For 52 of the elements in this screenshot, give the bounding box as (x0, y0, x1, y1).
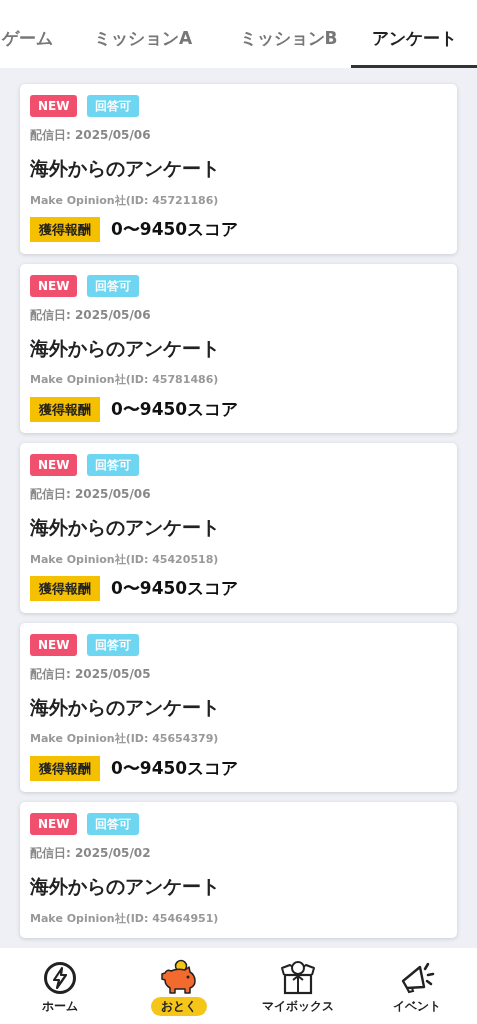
new-badge: NEW (30, 454, 78, 476)
piggy-bank-icon (158, 959, 199, 995)
delivery-date: 配信日: 2025/05/02 (30, 845, 152, 862)
company-id: Make Opinion社(ID: 45420518) (30, 551, 220, 568)
new-badge: NEW (30, 95, 78, 117)
reward-label: 獲得報酬 (30, 576, 100, 602)
survey-title: 海外からのアンケート (30, 156, 221, 181)
reward-amount: 0〜9450スコア (111, 218, 239, 241)
tab[interactable]: ミッションB (226, 0, 351, 68)
nav-label: おとく (150, 997, 207, 1016)
company-id: Make Opinion社(ID: 45464951) (30, 910, 220, 927)
status-badge: 回答可 (87, 813, 140, 835)
survey-title: 海外からのアンケート (30, 515, 221, 540)
reward-label: 獲得報酬 (30, 396, 100, 422)
lightning-icon (42, 961, 77, 995)
reward-amount: 0〜9450スコア (111, 397, 239, 421)
survey-title: 海外からのアンケート (30, 694, 221, 720)
survey-card[interactable]: NEW 回答可 配信日: 2025/05/05 海外からのアンケート Make Opinion社(ID: 45654379) 獲得報酬 0〜9450スコア (20, 622, 457, 792)
delivery-date: 配信日: 2025/05/05 (30, 665, 152, 683)
tab[interactable]: アンケート (351, 0, 477, 68)
new-badge: NEW (30, 274, 78, 297)
status-badge: 回答可 (87, 633, 140, 656)
status-badge: 回答可 (87, 274, 140, 297)
survey-title: 海外からのアンケート (30, 874, 221, 899)
company-id: Make Opinion社(ID: 45654379) (30, 731, 220, 747)
company-id: Make Opinion社(ID: 45781486) (30, 372, 220, 388)
nav-item[interactable]: おとく (119, 948, 239, 1024)
company-id: Make Opinion社(ID: 45721186) (30, 192, 220, 209)
reward-amount: 0〜9450スコア (111, 756, 239, 780)
new-badge: NEW (30, 813, 78, 835)
tab[interactable]: ゲーム (0, 0, 60, 68)
status-badge: 回答可 (87, 454, 140, 476)
reward-amount: 0〜9450スコア (111, 577, 239, 600)
survey-card[interactable]: NEW 回答可 配信日: 2025/05/02 海外からのアンケート Make Opinion社(ID: 45464951) (20, 802, 457, 938)
nav-label: イベント (392, 998, 443, 1015)
new-badge: NEW (30, 633, 78, 656)
survey-card[interactable]: NEW 回答可 配信日: 2025/05/06 海外からのアンケート Make Opinion社(ID: 45420518) 獲得報酬 0〜9450スコア (20, 443, 457, 613)
nav-label: マイボックス (261, 998, 336, 1015)
survey-title: 海外からのアンケート (30, 335, 221, 361)
delivery-date: 配信日: 2025/05/06 (30, 486, 152, 503)
nav-label: ホーム (40, 998, 79, 1015)
delivery-date: 配信日: 2025/05/06 (30, 306, 152, 324)
tab[interactable]: ミッションA (60, 0, 226, 68)
nav-item[interactable]: マイボックス (238, 948, 358, 1024)
nav-item[interactable]: イベント (357, 948, 477, 1024)
nav-item[interactable]: ホーム (0, 948, 120, 1024)
status-badge: 回答可 (87, 95, 140, 117)
reward-label: 獲得報酬 (30, 755, 100, 781)
reward-label: 獲得報酬 (30, 217, 100, 243)
survey-card[interactable]: NEW 回答可 配信日: 2025/05/06 海外からのアンケート Make Opinion社(ID: 45721186) 獲得報酬 0〜9450スコア (20, 84, 457, 254)
survey-card[interactable]: NEW 回答可 配信日: 2025/05/06 海外からのアンケート Make Opinion社(ID: 45781486) 獲得報酬 0〜9450スコア (20, 263, 457, 433)
delivery-date: 配信日: 2025/05/06 (30, 127, 152, 144)
